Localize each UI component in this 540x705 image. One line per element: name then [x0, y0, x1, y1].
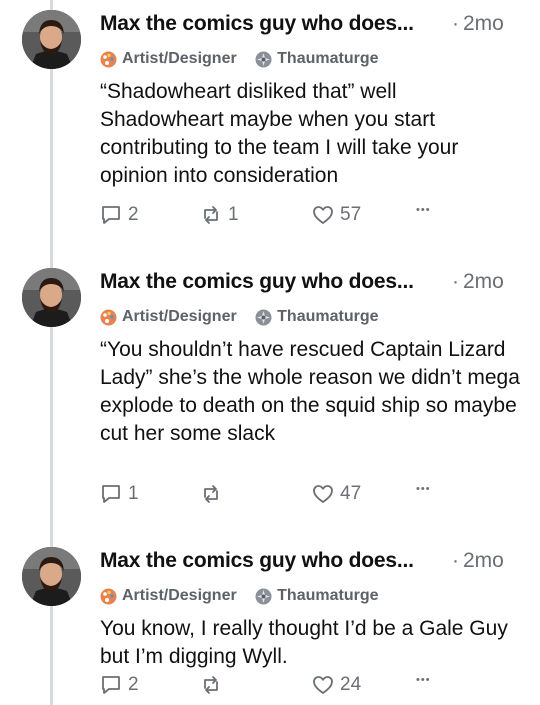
badge-artist[interactable]: Artist/Designer — [100, 50, 237, 68]
repost-icon — [200, 204, 222, 226]
timestamp[interactable]: · 2mo — [452, 12, 504, 36]
post-header: Max the comics guy who does... · 2mo — [100, 549, 520, 579]
author-name[interactable]: Max the comics guy who does... — [100, 270, 445, 294]
time-label: 2mo — [463, 270, 504, 293]
badge-thaumaturge[interactable]: Thaumaturge — [255, 50, 379, 68]
like-count: 24 — [340, 674, 362, 695]
badge-artist[interactable]: Artist/Designer — [100, 308, 237, 326]
repost-button[interactable]: 1 — [200, 204, 239, 226]
badge-label: Thaumaturge — [277, 50, 379, 67]
like-count: 47 — [340, 483, 362, 504]
repost-count: 1 — [228, 204, 239, 225]
spell-icon — [255, 309, 272, 326]
like-button[interactable]: 47 — [312, 483, 361, 505]
time-separator: · — [452, 270, 459, 293]
repost-icon — [200, 483, 222, 505]
post-header: Max the comics guy who does... · 2mo — [100, 270, 520, 300]
time-separator: · — [452, 549, 459, 572]
reply-count: 1 — [128, 483, 139, 504]
more-button[interactable]: ••• — [416, 204, 431, 216]
badge-label: Artist/Designer — [122, 50, 237, 67]
reply-icon — [100, 483, 122, 505]
more-icon: ••• — [416, 204, 431, 216]
spell-icon — [255, 588, 272, 605]
action-bar: 2 24 ••• — [100, 674, 520, 700]
author-name[interactable]: Max the comics guy who does... — [100, 549, 445, 573]
timestamp[interactable]: · 2mo — [452, 549, 504, 573]
more-icon: ••• — [416, 674, 431, 686]
avatar[interactable] — [22, 268, 81, 327]
badges: Artist/Designer Thaumaturge — [100, 50, 393, 72]
reply-count: 2 — [128, 674, 139, 695]
badges: Artist/Designer Thaumaturge — [100, 587, 393, 609]
more-button[interactable]: ••• — [416, 674, 431, 686]
badge-label: Artist/Designer — [122, 587, 237, 604]
badge-label: Thaumaturge — [277, 308, 379, 325]
heart-icon — [312, 674, 334, 696]
palette-icon — [100, 51, 117, 68]
badge-thaumaturge[interactable]: Thaumaturge — [255, 308, 379, 326]
repost-button[interactable] — [200, 483, 228, 505]
spell-icon — [255, 51, 272, 68]
action-bar: 1 47 ••• — [100, 483, 520, 509]
heart-icon — [312, 204, 334, 226]
like-button[interactable]: 57 — [312, 204, 361, 226]
time-label: 2mo — [463, 12, 504, 35]
more-button[interactable]: ••• — [416, 483, 431, 495]
reply-button[interactable]: 2 — [100, 204, 139, 226]
palette-icon — [100, 309, 117, 326]
avatar[interactable] — [22, 547, 81, 606]
time-label: 2mo — [463, 549, 504, 572]
badge-artist[interactable]: Artist/Designer — [100, 587, 237, 605]
badge-label: Thaumaturge — [277, 587, 379, 604]
heart-icon — [312, 483, 334, 505]
reply-count: 2 — [128, 204, 139, 225]
post-text: “Shadowheart disliked that” well Shadowh… — [100, 80, 459, 187]
post-text: “You shouldn’t have rescued Captain Liza… — [100, 338, 520, 445]
reply-icon — [100, 674, 122, 696]
palette-icon — [100, 588, 117, 605]
reply-icon — [100, 204, 122, 226]
badge-thaumaturge[interactable]: Thaumaturge — [255, 587, 379, 605]
reply-button[interactable]: 1 — [100, 483, 139, 505]
like-count: 57 — [340, 204, 362, 225]
like-button[interactable]: 24 — [312, 674, 361, 696]
repost-icon — [200, 674, 222, 696]
author-name[interactable]: Max the comics guy who does... — [100, 12, 445, 36]
badges: Artist/Designer Thaumaturge — [100, 308, 393, 330]
badge-label: Artist/Designer — [122, 308, 237, 325]
more-icon: ••• — [416, 483, 431, 495]
post-header: Max the comics guy who does... · 2mo — [100, 12, 520, 42]
time-separator: · — [452, 12, 459, 35]
post-text: You know, I really thought I’d be a Gale… — [100, 617, 508, 668]
timestamp[interactable]: · 2mo — [452, 270, 504, 294]
action-bar: 2 1 57 ••• — [100, 204, 520, 230]
reply-button[interactable]: 2 — [100, 674, 139, 696]
avatar[interactable] — [22, 10, 81, 69]
repost-button[interactable] — [200, 674, 228, 696]
